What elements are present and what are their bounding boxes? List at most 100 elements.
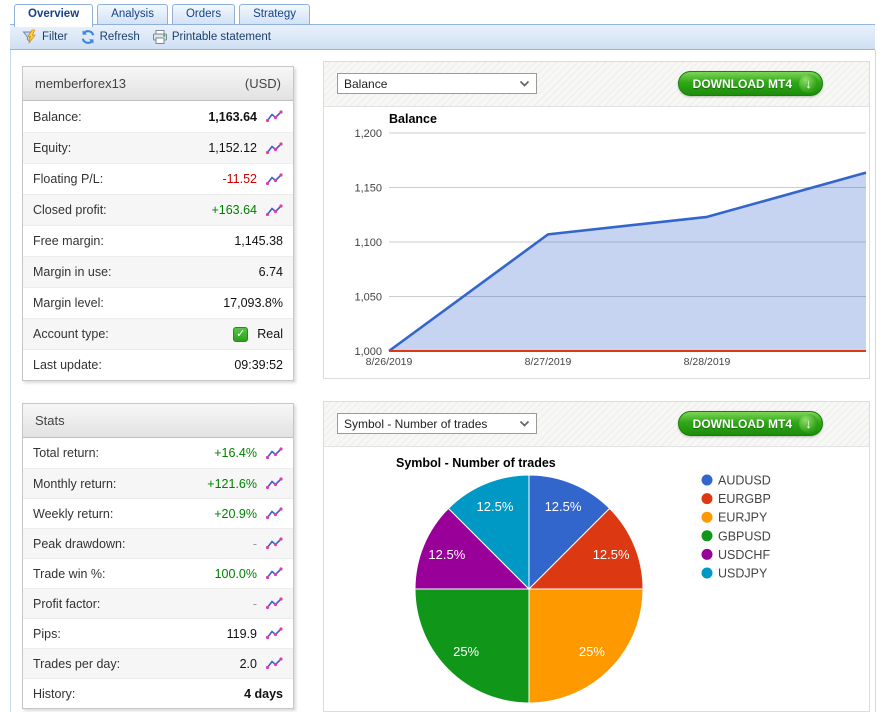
row-label: Margin in use: [33, 265, 255, 279]
legend-label[interactable]: EURGBP [718, 492, 771, 506]
printable-statement-button[interactable]: Printable statement [152, 29, 271, 45]
tab-orders[interactable]: Orders [172, 4, 235, 25]
stats-rows: Total return:+16.4% Monthly return: +121.6… [23, 438, 293, 708]
row-value: Real [257, 327, 283, 341]
row-value: 6.74 [259, 265, 283, 279]
tab-overview[interactable]: Overview [14, 4, 93, 27]
page: OverviewAnalysisOrdersStrategy Filter R [0, 0, 884, 712]
pie-chart: 12.5%12.5%25%25%12.5%12.5%AUDUSDEURGBPEU… [324, 447, 869, 712]
row-trade-win: Trade win %:100.0% [23, 558, 293, 588]
sparkline-icon[interactable] [266, 597, 283, 610]
legend-label[interactable]: AUDUSD [718, 474, 771, 488]
row-label: Monthly return: [33, 477, 203, 491]
refresh-button[interactable]: Refresh [80, 29, 140, 45]
balance-metric-select[interactable]: Balance [337, 73, 537, 94]
row-margin-level: Margin level:17,093.8% [23, 287, 293, 318]
row-free-margin: Free margin:1,145.38 [23, 225, 293, 256]
stats-title: Stats [35, 413, 65, 428]
row-floating-p-l: Floating P/L:-11.52 [23, 163, 293, 194]
row-value: - [253, 537, 257, 551]
row-label: Trade win %: [33, 567, 211, 581]
row-label: Trades per day: [33, 657, 236, 671]
download-mt4-button[interactable]: DOWNLOAD MT4 ↓ [678, 71, 823, 96]
download-arrow-icon: ↓ [799, 414, 818, 433]
printer-icon [152, 29, 168, 45]
slice-label: 25% [579, 644, 605, 659]
chevron-down-icon [519, 420, 530, 427]
row-label: Total return: [33, 446, 210, 460]
real-check-icon: ✓ [233, 327, 248, 342]
printable-statement-label: Printable statement [172, 31, 271, 43]
legend-label[interactable]: USDCHF [718, 548, 770, 562]
slice-label: 25% [453, 644, 479, 659]
row-equity: Equity:1,152.12 [23, 132, 293, 163]
balance-metric-select-value: Balance [344, 77, 387, 91]
row-label: Pips: [33, 627, 223, 641]
row-value: +20.9% [214, 507, 257, 521]
legend-label[interactable]: USDJPY [718, 567, 768, 581]
legend-label[interactable]: EURJPY [718, 511, 768, 525]
legend-bullet [702, 530, 713, 541]
pie-chart-header: Symbol - Number of trades DOWNLOAD MT4 ↓ [324, 402, 869, 447]
sparkline-icon[interactable] [266, 173, 283, 186]
download-mt4-label: DOWNLOAD MT4 [693, 77, 792, 91]
sparkline-icon[interactable] [266, 204, 283, 217]
download-mt4-button-2[interactable]: DOWNLOAD MT4 ↓ [678, 411, 823, 436]
stats-panel-header: Stats [23, 404, 293, 438]
tab-bar: OverviewAnalysisOrdersStrategy [14, 4, 310, 27]
download-arrow-icon: ↓ [799, 74, 818, 93]
legend-bullet [702, 549, 713, 560]
legend-bullet [702, 493, 713, 504]
balance-chart-header: Balance DOWNLOAD MT4 ↓ [324, 62, 869, 107]
sparkline-icon[interactable] [266, 567, 283, 580]
row-balance: Balance:1,163.64 [23, 101, 293, 132]
account-currency: (USD) [245, 76, 281, 91]
filter-button[interactable]: Filter [22, 29, 68, 45]
y-tick-label: 1,050 [354, 292, 382, 304]
row-peak-drawdown: Peak drawdown:- [23, 528, 293, 558]
filter-label: Filter [42, 31, 68, 43]
pie-chart-panel: Symbol - Number of trades DOWNLOAD MT4 ↓… [323, 401, 870, 712]
pie-metric-select[interactable]: Symbol - Number of trades [337, 413, 537, 434]
row-trades-per-day: Trades per day:2.0 [23, 648, 293, 678]
pie-metric-select-value: Symbol - Number of trades [344, 417, 487, 431]
sparkline-icon[interactable] [266, 477, 283, 490]
balance-chart-panel: Balance DOWNLOAD MT4 ↓ 1,0001,0501,1001,… [323, 61, 870, 379]
row-value: 1,145.38 [234, 234, 283, 248]
row-value: 09:39:52 [234, 358, 283, 372]
tab-analysis[interactable]: Analysis [97, 4, 168, 25]
row-profit-factor: Profit factor:- [23, 588, 293, 618]
sparkline-icon[interactable] [266, 142, 283, 155]
sparkline-icon[interactable] [266, 507, 283, 520]
row-label: Account type: [33, 327, 233, 341]
account-panel: memberforex13 (USD) Balance:1,163.64Equi… [22, 66, 294, 381]
content-border-left [10, 50, 11, 712]
sparkline-icon[interactable] [266, 537, 283, 550]
row-value: 17,093.8% [223, 296, 283, 310]
sparkline-icon[interactable] [266, 110, 283, 123]
sparkline-icon[interactable] [266, 627, 283, 640]
legend-bullet [702, 512, 713, 523]
row-value: 1,163.64 [208, 110, 257, 124]
sparkline-icon[interactable] [266, 657, 283, 670]
x-tick-label: 8/26/2019 [366, 356, 413, 368]
row-label: Peak drawdown: [33, 537, 249, 551]
account-name: memberforex13 [35, 76, 126, 91]
area-fill [389, 173, 866, 351]
tab-strategy[interactable]: Strategy [239, 4, 310, 25]
slice-label: 12.5% [477, 499, 514, 514]
row-label: Last update: [33, 358, 230, 372]
legend-bullet [702, 475, 713, 486]
row-total-return: Total return:+16.4% [23, 438, 293, 468]
legend-label[interactable]: GBPUSD [718, 529, 771, 543]
x-tick-label: 8/28/2019 [684, 356, 731, 368]
stats-panel: Stats Total return:+16.4% Monthly return:… [22, 403, 294, 709]
sparkline-icon[interactable] [266, 447, 283, 460]
row-margin-in-use: Margin in use: 6.74 [23, 256, 293, 287]
row-label: History: [33, 687, 240, 701]
row-history: History: 4 days [23, 678, 293, 708]
row-value: 4 days [244, 687, 283, 701]
row-value: -11.52 [222, 172, 257, 186]
row-value: +121.6% [207, 477, 257, 491]
toolbar: Filter Refresh P [10, 24, 875, 50]
